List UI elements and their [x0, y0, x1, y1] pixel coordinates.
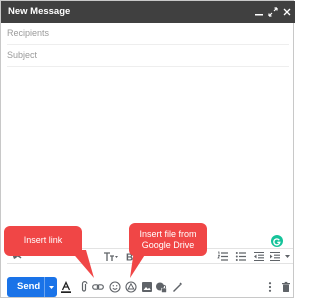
close-icon[interactable] — [282, 7, 292, 17]
more-formatting-icon[interactable] — [284, 251, 292, 262]
message-body[interactable] — [7, 69, 289, 245]
window-title: New Message — [8, 6, 71, 17]
insert-link-callout-text: Insert link — [23, 235, 63, 245]
font-size-icon[interactable] — [103, 251, 119, 262]
attach-icon[interactable] — [78, 281, 90, 293]
recipients-placeholder: Recipients — [7, 28, 50, 38]
subject-field[interactable]: Subject — [7, 45, 289, 67]
schedule-send-arrow-icon[interactable] — [44, 277, 58, 297]
indent-more-icon[interactable] — [269, 251, 281, 262]
subject-placeholder: Subject — [7, 50, 38, 60]
send-label: Send — [17, 281, 41, 292]
send-button[interactable]: Send — [7, 277, 57, 297]
signature-icon[interactable] — [171, 281, 183, 293]
confidential-icon[interactable] — [155, 281, 167, 293]
numbered-list-icon[interactable] — [217, 251, 229, 262]
compose-titlebar[interactable]: New Message — [1, 1, 295, 23]
insert-drive-callout-line1: Insert file from — [139, 229, 197, 239]
insert-drive-callout-pointer — [130, 250, 148, 278]
recipients-field[interactable]: Recipients — [7, 23, 289, 45]
link-icon[interactable] — [92, 281, 104, 293]
bulleted-list-icon[interactable] — [235, 251, 247, 262]
more-options-icon[interactable] — [264, 281, 276, 293]
insert-link-callout-pointer — [70, 250, 94, 278]
emoji-icon[interactable] — [109, 281, 121, 293]
delete-icon[interactable] — [280, 281, 292, 293]
minimize-icon[interactable] — [254, 7, 264, 17]
grammarly-icon[interactable] — [271, 235, 283, 247]
formatting-options-icon[interactable] — [60, 281, 72, 293]
expand-icon[interactable] — [268, 7, 278, 17]
photo-icon[interactable] — [141, 281, 153, 293]
drive-icon[interactable] — [125, 281, 137, 293]
indent-less-icon[interactable] — [253, 251, 265, 262]
